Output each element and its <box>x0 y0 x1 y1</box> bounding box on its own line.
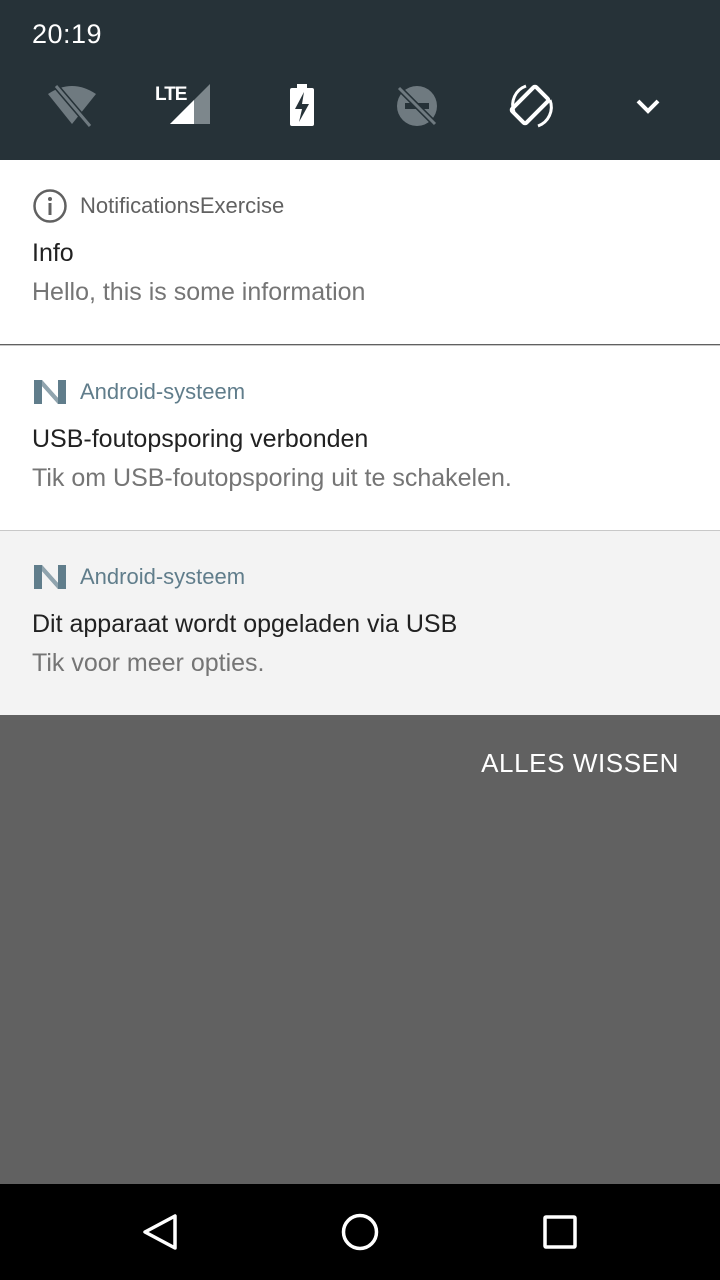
notification-text: Tik om USB-foutopsporing uit te schakele… <box>32 464 512 492</box>
back-icon[interactable] <box>132 1204 188 1260</box>
info-icon <box>32 188 68 224</box>
notification-title: Dit apparaat wordt opgeladen via USB <box>32 610 458 638</box>
notification-card[interactable]: Android-systeem USB-foutopsporing verbon… <box>0 345 720 530</box>
notification-text: Tik voor meer opties. <box>32 649 265 677</box>
auto-rotate-icon[interactable] <box>506 80 558 132</box>
battery-charging-icon[interactable] <box>276 80 328 132</box>
notification-card[interactable]: NotificationsExercise Info Hello, this i… <box>0 160 720 344</box>
recents-icon[interactable] <box>532 1204 588 1260</box>
navigation-bar <box>0 1184 720 1280</box>
notification-text: Hello, this is some information <box>32 278 366 306</box>
expand-icon[interactable] <box>622 80 674 132</box>
lte-signal-icon[interactable] <box>162 80 214 132</box>
app-name: NotificationsExercise <box>80 193 285 218</box>
android-system-icon <box>32 374 68 410</box>
app-name: Android-systeem <box>80 564 246 589</box>
home-icon[interactable] <box>332 1204 388 1260</box>
wifi-off-icon[interactable] <box>46 80 98 132</box>
quick-settings-header: 20:19 LTE <box>0 0 720 160</box>
clear-all-button[interactable]: ALLES WISSEN <box>481 748 679 779</box>
notification-title: USB-foutopsporing verbonden <box>32 425 369 453</box>
app-name: Android-systeem <box>80 379 246 404</box>
do-not-disturb-off-icon[interactable] <box>391 80 443 132</box>
android-system-icon <box>32 559 68 595</box>
notification-title: Info <box>32 239 74 267</box>
notification-card[interactable]: Android-systeem Dit apparaat wordt opgel… <box>0 530 720 715</box>
status-time: 20:19 <box>32 19 103 49</box>
